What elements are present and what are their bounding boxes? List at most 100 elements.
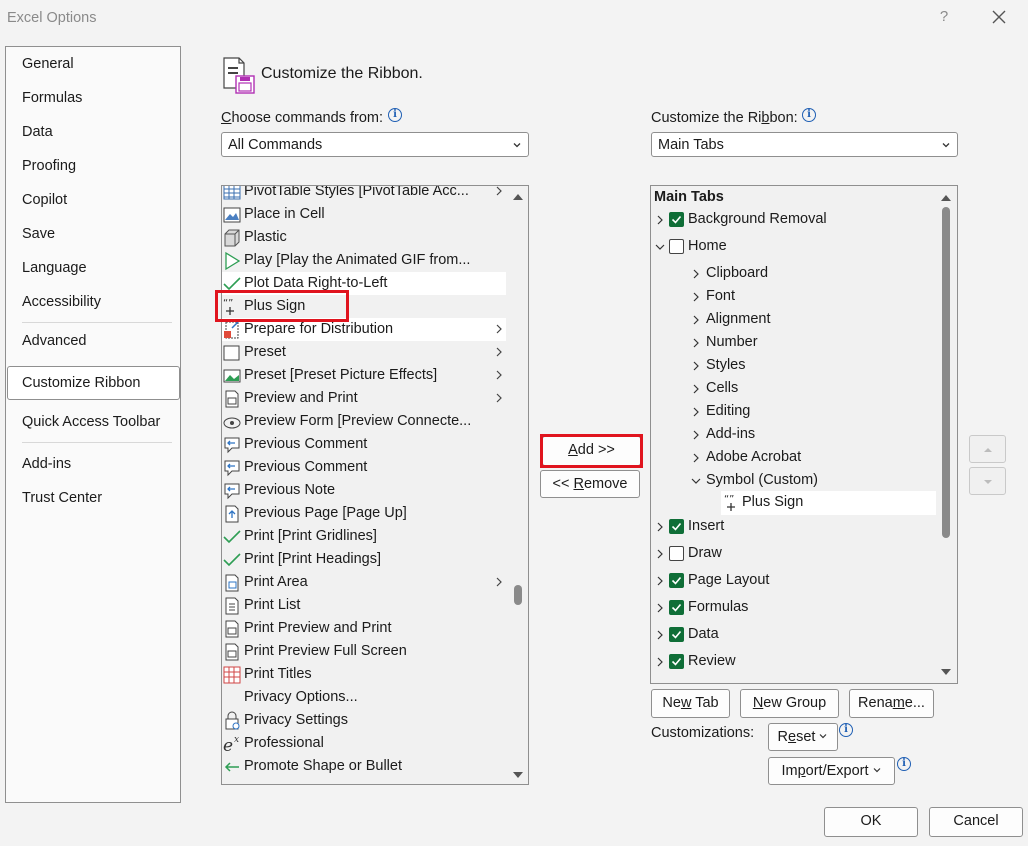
nav-item-save[interactable]: Save <box>22 226 55 242</box>
chevron-right-icon[interactable] <box>655 575 665 587</box>
ribbon-tab-node[interactable]: Page Layout <box>651 569 936 593</box>
command-list-item[interactable]: Preset [Preset Picture Effects] <box>222 364 506 387</box>
nav-item-general[interactable]: General <box>22 56 74 72</box>
new-tab-button[interactable]: New Tab <box>651 689 730 718</box>
command-list-item[interactable]: Privacy Settings <box>222 709 506 732</box>
command-list-item[interactable]: Preset <box>222 341 506 364</box>
ribbon-group-node[interactable]: Number <box>651 331 936 355</box>
command-list-item[interactable]: Print Preview Full Screen <box>222 640 506 663</box>
customize-ribbon-dropdown[interactable]: Main Tabs <box>651 132 958 157</box>
chevron-right-icon[interactable] <box>655 656 665 668</box>
chevron-right-icon[interactable] <box>655 214 665 226</box>
scroll-up-arrow-icon[interactable] <box>512 192 524 202</box>
command-list-item[interactable]: Print [Print Headings] <box>222 548 506 571</box>
chevron-right-icon[interactable] <box>691 291 701 303</box>
ribbon-group-node[interactable]: Alignment <box>651 308 936 332</box>
command-list-item[interactable]: Play [Play the Animated GIF from... <box>222 249 506 272</box>
nav-item-data[interactable]: Data <box>22 124 53 140</box>
chevron-down-icon[interactable] <box>691 475 701 487</box>
chevron-right-icon[interactable] <box>691 406 701 418</box>
ribbon-tab-node[interactable]: Formulas <box>651 596 936 620</box>
chevron-right-icon[interactable] <box>655 602 665 614</box>
chevron-right-icon[interactable] <box>691 314 701 326</box>
command-list-item[interactable]: Plastic <box>222 226 506 249</box>
ribbon-group-node[interactable]: Clipboard <box>651 262 936 286</box>
nav-item-add-ins[interactable]: Add-ins <box>22 456 71 472</box>
command-list-item[interactable]: Place in Cell <box>222 203 506 226</box>
move-down-button[interactable] <box>969 467 1006 495</box>
info-icon[interactable]: i <box>839 723 853 737</box>
ribbon-group-node[interactable]: Styles <box>651 354 936 378</box>
nav-item-proofing[interactable]: Proofing <box>22 158 76 174</box>
ribbon-tab-node[interactable]: Review <box>651 650 936 674</box>
new-group-button[interactable]: New Group <box>740 689 839 718</box>
nav-item-advanced[interactable]: Advanced <box>22 333 87 349</box>
command-list-item[interactable]: Preview Form [Preview Connecte... <box>222 410 506 433</box>
ribbon-tab-node[interactable]: Data <box>651 623 936 647</box>
command-list-item[interactable]: Print List <box>222 594 506 617</box>
move-up-button[interactable] <box>969 435 1006 463</box>
chevron-right-icon[interactable] <box>691 383 701 395</box>
chevron-right-icon[interactable] <box>691 360 701 372</box>
command-list-item[interactable]: Print Preview and Print <box>222 617 506 640</box>
cancel-button[interactable]: Cancel <box>929 807 1023 837</box>
info-icon[interactable]: i <box>802 108 816 122</box>
help-button[interactable]: ? <box>936 8 952 28</box>
scroll-up-arrow-icon[interactable] <box>940 193 952 203</box>
ribbon-group-node[interactable]: Editing <box>651 400 936 424</box>
ribbon-group-node[interactable]: Font <box>651 285 936 309</box>
rename-button[interactable]: Rename... <box>849 689 934 718</box>
tab-checkbox[interactable] <box>669 239 684 254</box>
ribbon-group-node[interactable]: Cells <box>651 377 936 401</box>
chevron-right-icon[interactable] <box>655 521 665 533</box>
ribbon-tab-node[interactable]: Home <box>651 235 936 259</box>
nav-item-language[interactable]: Language <box>22 260 87 276</box>
command-list-item[interactable]: Privacy Options... <box>222 686 506 709</box>
scroll-down-arrow-icon[interactable] <box>512 770 524 780</box>
tab-checkbox[interactable] <box>669 654 684 669</box>
ribbon-tab-node[interactable]: Draw <box>651 542 936 566</box>
chevron-right-icon[interactable] <box>655 629 665 641</box>
command-list-item[interactable]: Promote Shape or Bullet <box>222 755 506 778</box>
chevron-right-icon[interactable] <box>691 337 701 349</box>
chevron-right-icon[interactable] <box>691 268 701 280</box>
nav-item-customize-ribbon[interactable]: Customize Ribbon <box>22 375 140 391</box>
nav-item-trust-center[interactable]: Trust Center <box>22 490 102 506</box>
ribbon-tab-node[interactable]: Background Removal <box>651 208 936 232</box>
info-icon[interactable]: i <box>388 108 402 122</box>
ribbon-command-node[interactable]: “” Plus Sign <box>721 491 936 515</box>
ribbon-group-node[interactable]: Symbol (Custom) <box>651 469 936 493</box>
chevron-right-icon[interactable] <box>691 452 701 464</box>
scrollbar-thumb[interactable] <box>942 207 950 538</box>
close-icon[interactable] <box>988 6 1010 28</box>
tab-checkbox[interactable] <box>669 573 684 588</box>
remove-button[interactable]: << Remove <box>540 470 640 498</box>
import-export-button[interactable]: Import/Export <box>768 757 895 785</box>
command-list-item[interactable]: Previous Note <box>222 479 506 502</box>
tab-checkbox[interactable] <box>669 212 684 227</box>
command-list-item[interactable]: Previous Page [Page Up] <box>222 502 506 525</box>
command-list-item[interactable]: e x Professional <box>222 732 506 755</box>
ribbon-group-node[interactable]: Add-ins <box>651 423 936 447</box>
command-list-item[interactable]: PivotTable Styles [PivotTable Acc... <box>222 186 506 203</box>
ribbon-tab-node[interactable]: Insert <box>651 515 936 539</box>
nav-item-quick-access-toolbar[interactable]: Quick Access Toolbar <box>22 414 160 430</box>
command-list-item[interactable]: Print Titles <box>222 663 506 686</box>
info-icon[interactable]: i <box>897 757 911 771</box>
tab-checkbox[interactable] <box>669 627 684 642</box>
choose-commands-dropdown[interactable]: All Commands <box>221 132 529 157</box>
tab-checkbox[interactable] <box>669 546 684 561</box>
ok-button[interactable]: OK <box>824 807 918 837</box>
nav-item-copilot[interactable]: Copilot <box>22 192 67 208</box>
command-list-item[interactable]: Previous Comment <box>222 433 506 456</box>
scroll-down-arrow-icon[interactable] <box>940 667 952 677</box>
ribbon-group-node[interactable]: Adobe Acrobat <box>651 446 936 470</box>
ribbon-tabs-tree[interactable]: Main Tabs Background Removal Home Clipboar… <box>650 185 958 684</box>
chevron-right-icon[interactable] <box>655 548 665 560</box>
reset-button[interactable]: Reset <box>768 723 838 751</box>
nav-item-accessibility[interactable]: Accessibility <box>22 294 101 310</box>
commands-listbox[interactable]: PivotTable Styles [PivotTable Acc... Plac… <box>221 185 529 785</box>
tab-checkbox[interactable] <box>669 519 684 534</box>
command-list-item[interactable]: Print Area <box>222 571 506 594</box>
chevron-right-icon[interactable] <box>691 429 701 441</box>
